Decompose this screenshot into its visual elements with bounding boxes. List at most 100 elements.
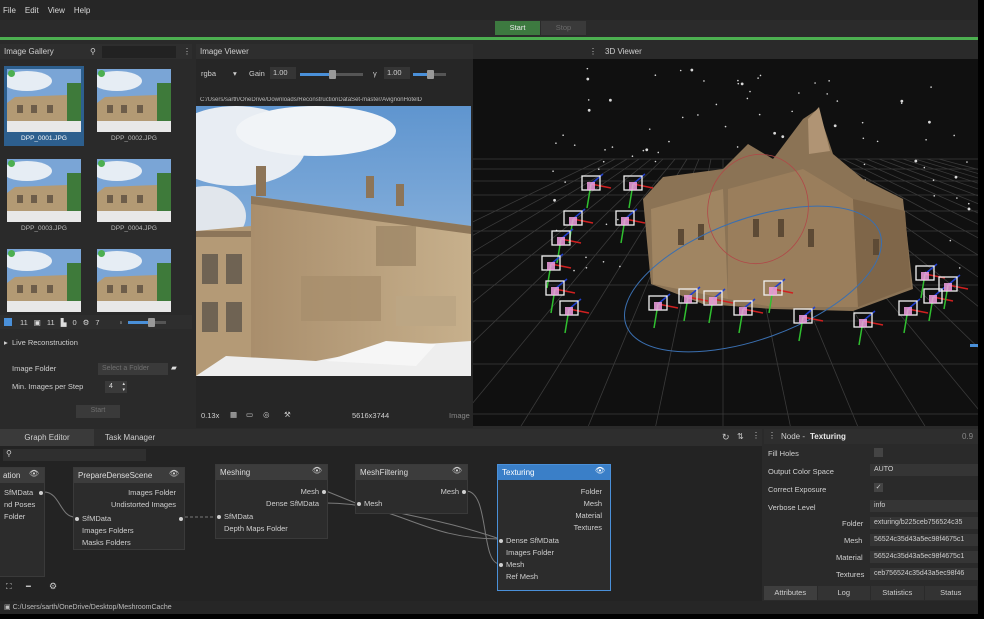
gallery-thumbnail[interactable]: DPP_0004.JPG [94,156,174,236]
tools-icon[interactable]: ⚒ [284,410,291,419]
eye-icon[interactable]: 👁 [169,469,179,478]
3d-viewer-header: ⋮ 3D Viewer [473,44,978,59]
node-title: Meshing [216,465,327,480]
node-panel-prefix: Node - [781,432,806,441]
gallery-thumbnail[interactable] [94,246,174,326]
image-resolution: 5616x3744 [352,411,390,420]
textures-value[interactable]: ceb756524c35d43a5ec98f46 [870,568,978,580]
node-meshing[interactable]: Meshing 👁 Mesh Dense SfMData SfMData Dep… [215,464,328,539]
gamma-label: γ [373,69,377,78]
material-value[interactable]: 56524c35d43a5ec98f4675c1 [870,551,978,563]
eye-icon[interactable]: 👁 [595,466,605,475]
output-port[interactable] [39,491,43,495]
gear-icon[interactable]: ⚙ [49,581,57,592]
stop-button[interactable]: Stop [541,21,586,35]
3d-viewport[interactable] [473,59,978,426]
viewer-extra: Image [449,411,470,420]
panel-menu-icon[interactable]: ⋮ [768,431,776,440]
verbose-level-select[interactable]: info [870,500,978,512]
gallery-search-input[interactable] [102,46,176,58]
node-structure-from-motion[interactable]: ation 👁 SfMData nd Poses Folder [0,467,45,577]
menu-edit[interactable]: Edit [25,6,39,15]
correct-exposure-checkbox[interactable]: ✓ [874,483,883,492]
camera-icon: ▣ [33,317,41,327]
tab-log[interactable]: Log [818,586,871,600]
attr-material: Material [575,511,602,520]
eye-icon[interactable]: 👁 [29,469,39,478]
eye-icon[interactable]: 👁 [312,466,322,475]
live-start-button[interactable]: Start [76,405,120,418]
eye-icon[interactable]: 👁 [452,466,462,475]
attr-sfmdata: SfMData [82,514,112,523]
input-port[interactable] [499,539,503,543]
fit-icon[interactable]: ▭ [246,410,253,419]
attr-dense-sfmdata: Dense SfMData [506,536,559,545]
rejected-count: 0 [72,317,77,327]
menu-file[interactable]: File [3,6,16,15]
fill-holes-checkbox[interactable] [874,448,883,457]
attr-folder: Folder [580,487,602,496]
thumbnail-image [97,159,171,222]
graph-editor: Graph Editor Task Manager ↻ ⇅ ⋮ ⚲ ation … [0,429,762,601]
attr-mesh-out: Mesh [440,487,459,496]
start-button[interactable]: Start [495,21,540,35]
input-port[interactable] [357,502,361,506]
gain-slider[interactable] [300,70,363,79]
gallery-thumbnail[interactable]: DPP_0003.JPG [4,156,84,236]
sphere-icon[interactable]: ◎ [263,410,270,419]
output-port[interactable] [462,490,466,494]
menu-view[interactable]: View [48,6,65,15]
gallery-menu-icon[interactable]: ⋮ [183,44,191,59]
minus-icon[interactable]: ━ [26,582,31,591]
gamma-input[interactable]: 1.00 [384,67,410,79]
menu-help[interactable]: Help [74,6,90,15]
output-port[interactable] [322,490,326,494]
thumbnail-size-slider[interactable] [128,317,167,327]
input-port[interactable] [499,563,503,567]
save-icon: ▣ [4,604,11,611]
node-texturing[interactable]: Texturing 👁 Folder Mesh Material Texture… [497,464,611,591]
thumbnail-image [7,249,81,312]
mesh-value[interactable]: 56524c35d43a5ec98f4675c1 [870,534,978,546]
folder-icon[interactable]: ▰ [171,363,177,372]
tab-status[interactable]: Status [925,586,978,600]
gain-input[interactable]: 1.00 [270,67,296,79]
attr-images-folder: Images Folder [128,488,176,497]
live-title: Live Reconstruction [12,338,78,347]
thumbnail-caption: DPP_0003.JPG [21,225,67,232]
image-count: 11 [20,317,28,327]
node-attributes-panel: ⋮ Node - Texturing 0.9 Fill Holes Output… [764,429,978,601]
grid-icon[interactable]: ▦ [230,410,237,419]
status-dot-icon [98,250,105,257]
image-folder-input[interactable]: Select a Folder [98,363,168,375]
node-mesh-filtering[interactable]: MeshFiltering 👁 Mesh Mesh [355,464,468,514]
node-prepare-dense-scene[interactable]: PrepareDenseScene 👁 Images Folder Undist… [73,467,185,550]
output-port[interactable] [179,517,183,521]
gallery-thumbnail[interactable] [4,246,84,326]
gallery-thumbnail[interactable]: DPP_0002.JPG [94,66,174,146]
viewer-controls: rgba ▾ Gain 1.00 γ 1.00 [196,66,473,84]
main-toolbar: Start Stop [0,20,978,37]
channel-select[interactable]: rgba [201,69,216,78]
menu-bar: File Edit View Help [0,0,978,20]
viewer-footer: 0.13x ▦ ▭ ◎ ⚒ 5616x3744 Image [196,407,473,423]
main-image [196,106,471,376]
attr-ref-mesh: Ref Mesh [506,572,539,581]
tab-statistics[interactable]: Statistics [871,586,925,600]
attr-folder: Folder [4,512,26,521]
gamma-slider[interactable] [413,70,446,79]
live-toggle-icon[interactable]: ▸ [4,338,8,347]
min-images-spinbox[interactable]: 4 ▴ ▾ [105,381,127,393]
fit-view-icon[interactable]: ⛶ [6,582,12,592]
thumbnail-image [97,69,171,132]
tab-attributes[interactable]: Attributes [764,586,818,600]
attr-images-folder: Images Folder [506,548,554,557]
drag-handle-icon[interactable]: ⋮ [589,44,597,59]
verbose-level-label: Verbose Level [768,503,816,512]
output-color-select[interactable]: AUTO [870,464,978,476]
input-port[interactable] [217,515,221,519]
input-port[interactable] [75,517,79,521]
attr-poses: nd Poses [4,500,36,509]
folder-value[interactable]: exturing/b225ceb756524c35 [870,517,978,529]
gallery-thumbnail[interactable]: DPP_0001.JPG [4,66,84,146]
